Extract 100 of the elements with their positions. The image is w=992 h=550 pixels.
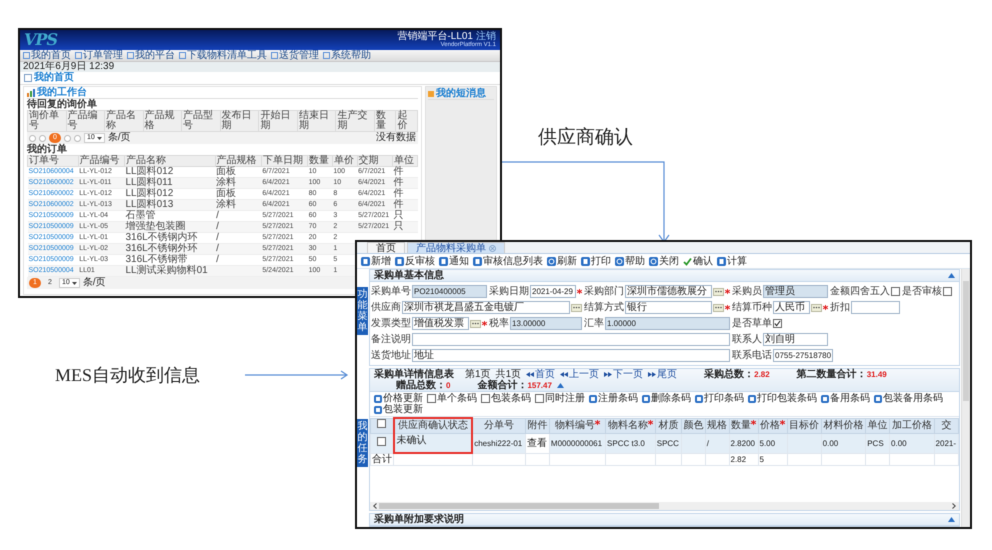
document-icon bbox=[695, 394, 703, 402]
column-header: 物料编号 bbox=[549, 418, 606, 434]
toolbar-button[interactable]: 反审核 bbox=[395, 256, 435, 266]
column-header: 单位 bbox=[866, 418, 890, 434]
toolbar-button[interactable]: 刷新 bbox=[547, 256, 577, 266]
field-label: 采购部门 bbox=[584, 286, 624, 297]
input-field[interactable] bbox=[412, 333, 730, 346]
checkbox[interactable] bbox=[535, 394, 544, 403]
nav-item[interactable]: 我的首页 bbox=[23, 50, 71, 60]
logout-link[interactable]: 注销 bbox=[476, 32, 496, 42]
horizontal-scrollbar[interactable] bbox=[370, 502, 959, 510]
collapse-icon[interactable] bbox=[556, 383, 564, 388]
table-cell: M0000000061 bbox=[549, 434, 606, 453]
document-icon bbox=[589, 394, 597, 402]
input-field[interactable]: 深圳市儒德教展分 bbox=[625, 285, 712, 298]
table-cell: 2.82 bbox=[729, 453, 758, 466]
collapse-icon[interactable] bbox=[948, 273, 955, 278]
column-header: 交期 bbox=[357, 156, 393, 166]
pager-link[interactable]: 首页 bbox=[526, 369, 556, 380]
column-header: 订单号 bbox=[28, 156, 78, 166]
section-title: 我的工作台 bbox=[37, 87, 87, 98]
table-cell: 2021- bbox=[934, 434, 958, 453]
total-text: 金额合计：157.47 bbox=[477, 380, 552, 391]
collapse-icon[interactable] bbox=[948, 517, 955, 522]
lookup-button[interactable] bbox=[713, 304, 724, 312]
vertical-scrollbar[interactable] bbox=[961, 269, 970, 527]
document-icon bbox=[439, 256, 448, 266]
toolbar-button[interactable]: 计算 bbox=[717, 256, 747, 266]
field-label: 金额四舍五入 bbox=[830, 286, 890, 297]
input-field[interactable]: 深圳市祺龙昌盛五金电镀厂 bbox=[402, 301, 570, 314]
circle-icon bbox=[615, 256, 624, 266]
caret-icon bbox=[96, 136, 102, 140]
lookup-button[interactable] bbox=[713, 288, 724, 296]
toolbar-button[interactable]: 确认 bbox=[683, 256, 713, 266]
lookup-button[interactable] bbox=[470, 320, 481, 328]
document-icon bbox=[361, 256, 370, 266]
input-field[interactable] bbox=[851, 301, 900, 314]
table-cell: 合计 bbox=[370, 453, 394, 466]
checkbox-label: 同时注册 bbox=[545, 393, 585, 404]
pager-link[interactable]: 上一页 bbox=[560, 369, 600, 380]
table-cell: / bbox=[705, 434, 729, 453]
field-label: 联系人 bbox=[732, 334, 762, 345]
field-label: 结算币种 bbox=[732, 302, 772, 313]
input-field[interactable]: 13.00000 bbox=[510, 317, 582, 330]
toolbar-button[interactable]: 包装更新 bbox=[374, 404, 423, 415]
toolbar-button[interactable]: 通知 bbox=[439, 256, 469, 266]
column-header: 数量 bbox=[308, 156, 332, 166]
table-cell: 0.00 bbox=[890, 434, 934, 453]
input-field[interactable]: 人民币 bbox=[773, 301, 810, 314]
side-tab[interactable]: 功能菜单 bbox=[357, 287, 368, 335]
nav-item[interactable]: 送货管理 bbox=[271, 50, 319, 60]
pager-link[interactable]: 下一页 bbox=[604, 369, 644, 380]
more-icon bbox=[472, 322, 479, 325]
input-field[interactable]: 2021-04-29 bbox=[530, 285, 576, 298]
side-tab[interactable]: 我的任务 bbox=[357, 419, 368, 467]
input-field[interactable]: PO210400005 bbox=[412, 285, 487, 298]
tab[interactable]: 产品物料采购单 bbox=[407, 242, 505, 253]
nav-item[interactable]: 系统帮助 bbox=[323, 50, 371, 60]
double-arrow-icon bbox=[526, 372, 534, 377]
input-field[interactable]: 0755-27518780 bbox=[773, 349, 834, 362]
toolbar-button[interactable]: 打印 bbox=[581, 256, 611, 266]
checkbox[interactable] bbox=[773, 319, 782, 328]
field-label: 折扣 bbox=[830, 302, 850, 313]
checkbox[interactable] bbox=[427, 394, 436, 403]
checkbox[interactable] bbox=[891, 287, 900, 296]
toolbar-button[interactable]: 关闭 bbox=[649, 256, 679, 266]
nav-item[interactable]: 下载物料清单工具 bbox=[179, 50, 267, 60]
field-label: 发票类型 bbox=[371, 318, 411, 329]
toolbar-button[interactable]: 帮助 bbox=[615, 256, 645, 266]
checkbox[interactable] bbox=[943, 287, 952, 296]
input-field[interactable]: 1.00000 bbox=[605, 317, 730, 330]
lookup-button[interactable] bbox=[811, 304, 822, 312]
toolbar-button[interactable]: 审核信息列表 bbox=[473, 256, 543, 266]
column-header: 询价单号 bbox=[28, 110, 66, 132]
input-field[interactable]: 刘自明 bbox=[763, 333, 828, 346]
lookup-button[interactable] bbox=[571, 304, 582, 312]
toolbar-button[interactable]: 注册条码 bbox=[589, 393, 638, 404]
toolbar-button[interactable]: 价格更新 bbox=[374, 393, 423, 404]
input-field[interactable]: 管理员 bbox=[763, 285, 828, 298]
field-label: 采购日期 bbox=[489, 286, 529, 297]
checkbox[interactable] bbox=[377, 437, 386, 446]
toolbar-button[interactable]: 备用条码 bbox=[821, 393, 870, 404]
toolbar-button[interactable]: 打印包装条码 bbox=[748, 393, 817, 404]
input-field[interactable]: 增值税发票 bbox=[412, 317, 469, 330]
input-field[interactable]: 银行 bbox=[625, 301, 712, 314]
checkbox[interactable] bbox=[377, 419, 386, 428]
nav-item[interactable]: 订单管理 bbox=[75, 50, 123, 60]
input-field[interactable]: 地址 bbox=[412, 349, 730, 362]
tab[interactable]: 首页 bbox=[367, 242, 405, 253]
table-cell: 0.00 bbox=[821, 434, 866, 453]
checkbox[interactable] bbox=[481, 394, 490, 403]
nav-item[interactable]: 我的平台 bbox=[127, 50, 175, 60]
toolbar-button[interactable]: 打印条码 bbox=[695, 393, 744, 404]
column-header: 产品规格 bbox=[215, 156, 262, 166]
toolbar-button[interactable]: 删除条码 bbox=[642, 393, 691, 404]
pager-link[interactable]: 尾页 bbox=[648, 369, 678, 380]
toolbar-button[interactable]: 包装备用条码 bbox=[874, 393, 943, 404]
table-cell: PCS bbox=[866, 434, 890, 453]
view-link[interactable]: 查看 bbox=[526, 434, 550, 453]
toolbar-button[interactable]: 新增 bbox=[361, 256, 391, 266]
